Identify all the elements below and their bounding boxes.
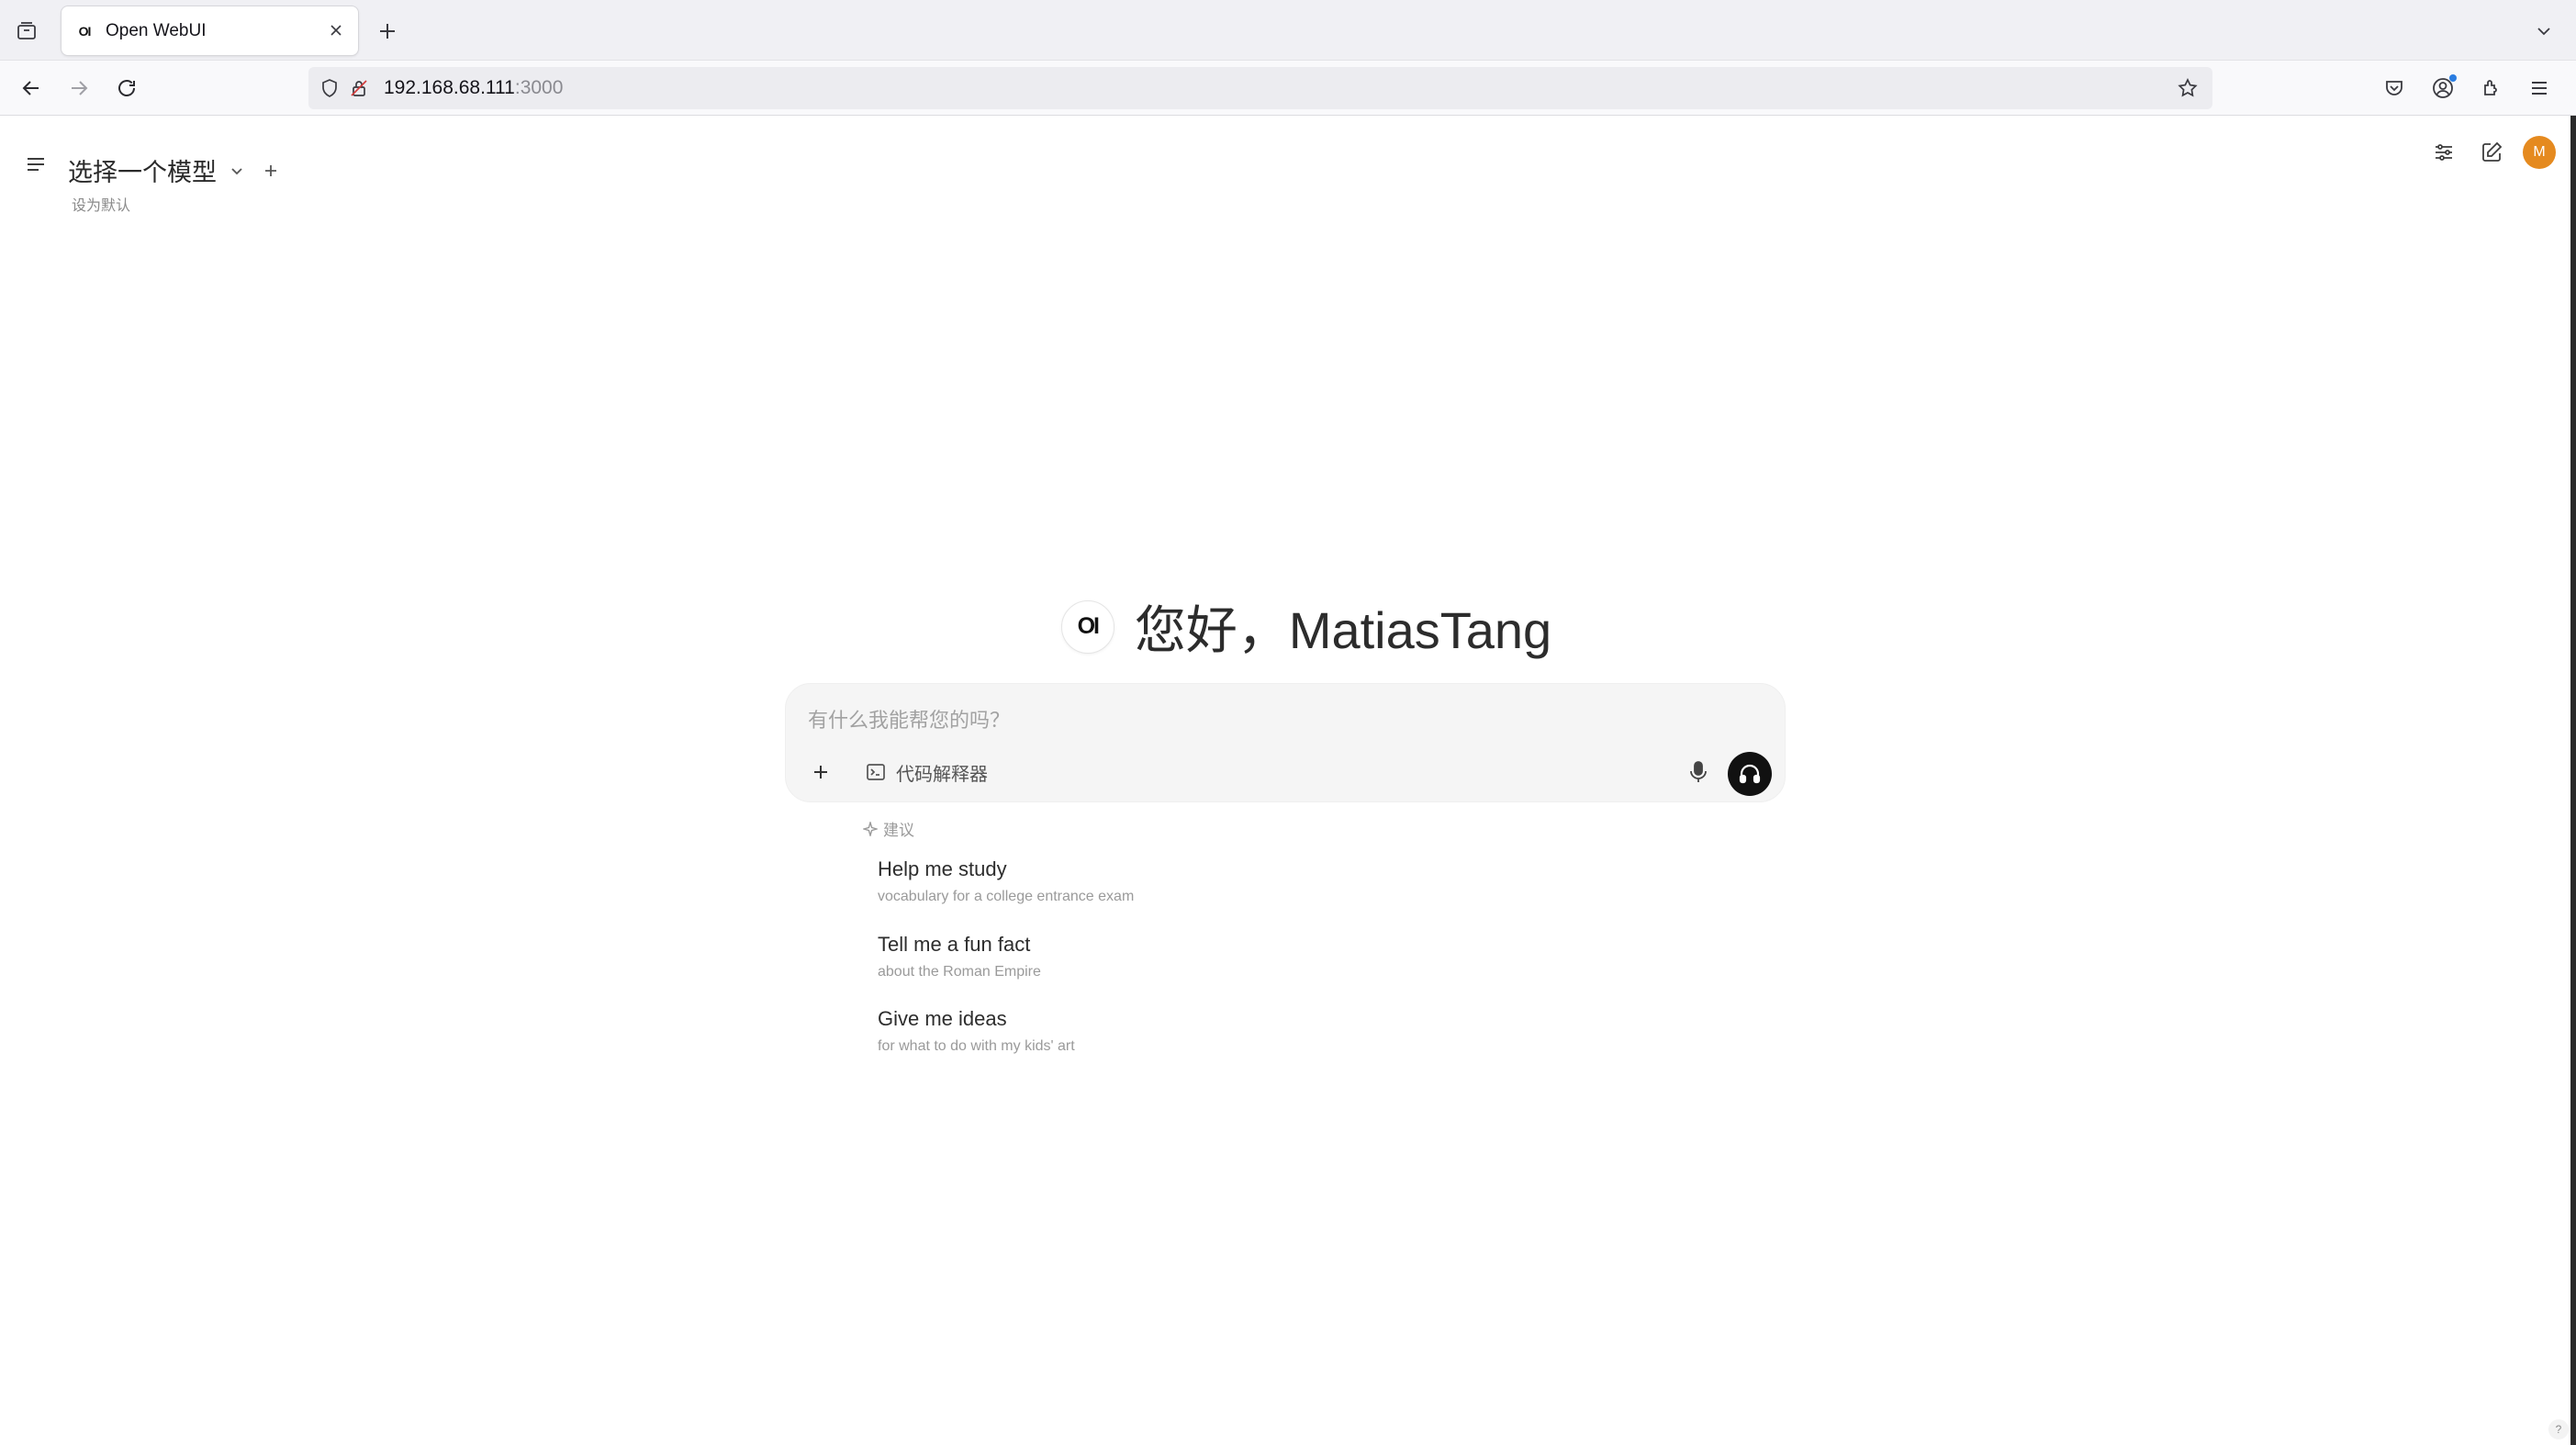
bookmark-star-icon[interactable] [2176,76,2200,100]
pocket-icon[interactable] [2378,72,2411,105]
code-interpreter-label: 代码解释器 [896,764,988,785]
account-icon[interactable] [2426,72,2459,105]
window-edge-divider [2570,116,2576,1445]
set-default-link[interactable]: 设为默认 [72,193,130,215]
suggestions-header: 建议 [863,817,914,840]
new-tab-button[interactable] [372,16,403,47]
url-port: :3000 [514,77,564,98]
sparkle-icon [863,821,878,836]
code-interpreter-toggle[interactable]: 代码解释器 [859,757,993,787]
model-selector[interactable]: 选择一个模型 [68,152,281,188]
notification-dot [2449,74,2457,82]
controls-sliders-icon[interactable] [2424,132,2464,173]
suggestion-item[interactable]: Help me study vocabulary for a college e… [878,857,1134,905]
suggestion-subtitle: about the Roman Empire [878,964,1041,980]
open-webui-logo-icon: OI [1060,599,1114,654]
user-avatar[interactable]: M [2523,136,2556,169]
suggestion-title: Tell me a fun fact [878,933,1031,956]
sidebar-toggle-icon[interactable] [20,149,51,180]
browser-nav-bar: 192.168.68.111:3000 [0,61,2576,116]
suggestions-header-label: 建议 [883,822,914,839]
suggestion-item[interactable]: Tell me a fun fact about the Roman Empir… [878,933,1041,980]
chevron-down-icon[interactable] [228,162,246,180]
url-bar[interactable]: 192.168.68.111:3000 [308,67,2212,109]
suggestion-title: Give me ideas [878,1007,1007,1030]
browser-tab-open-webui[interactable]: OI Open WebUI [62,6,358,55]
add-model-icon[interactable] [261,161,281,181]
chevron-down-icon[interactable] [2530,17,2558,45]
url-host: 192.168.68.111 [384,77,515,98]
app-topbar-right: M [2416,132,2556,173]
reload-icon[interactable] [110,72,143,105]
insecure-lock-icon[interactable] [347,76,371,100]
extensions-icon[interactable] [2475,72,2508,105]
open-webui-app: 选择一个模型 设为默认 M OI 您好，MatiasTang 有什么我能帮您的吗… [0,116,2576,1445]
tab-list-icon[interactable] [13,17,40,45]
tab-title: Open WebUI [106,20,207,40]
new-chat-edit-icon[interactable] [2471,132,2512,173]
suggestion-subtitle: for what to do with my kids' art [878,1038,1075,1054]
forward-arrow-icon[interactable] [62,72,95,105]
model-selector-label: 选择一个模型 [68,159,217,186]
message-composer: 代码解释器 [785,683,1786,802]
back-arrow-icon[interactable] [15,72,48,105]
suggestion-title: Help me study [878,857,1007,880]
close-icon[interactable] [325,19,347,41]
hamburger-menu-icon[interactable] [2523,72,2556,105]
suggestion-subtitle: vocabulary for a college entrance exam [878,889,1135,904]
url-text[interactable]: 192.168.68.111:3000 [384,77,563,99]
tab-favicon-icon: OI [78,23,92,39]
suggestion-item[interactable]: Give me ideas for what to do with my kid… [878,1007,1075,1055]
terminal-icon [865,761,887,783]
microphone-icon[interactable] [1684,757,1713,787]
help-button[interactable]: ? [2548,1419,2569,1439]
message-input[interactable] [808,704,1726,737]
voice-mode-headphones-icon[interactable] [1728,752,1772,796]
browser-tab-bar: OI Open WebUI [0,0,2576,61]
add-attachment-icon[interactable] [806,757,835,787]
greeting-text: 您好，MatiasTang [1134,601,1552,659]
greeting-row: OI 您好，MatiasTang [0,589,2576,664]
shield-icon[interactable] [318,76,342,100]
